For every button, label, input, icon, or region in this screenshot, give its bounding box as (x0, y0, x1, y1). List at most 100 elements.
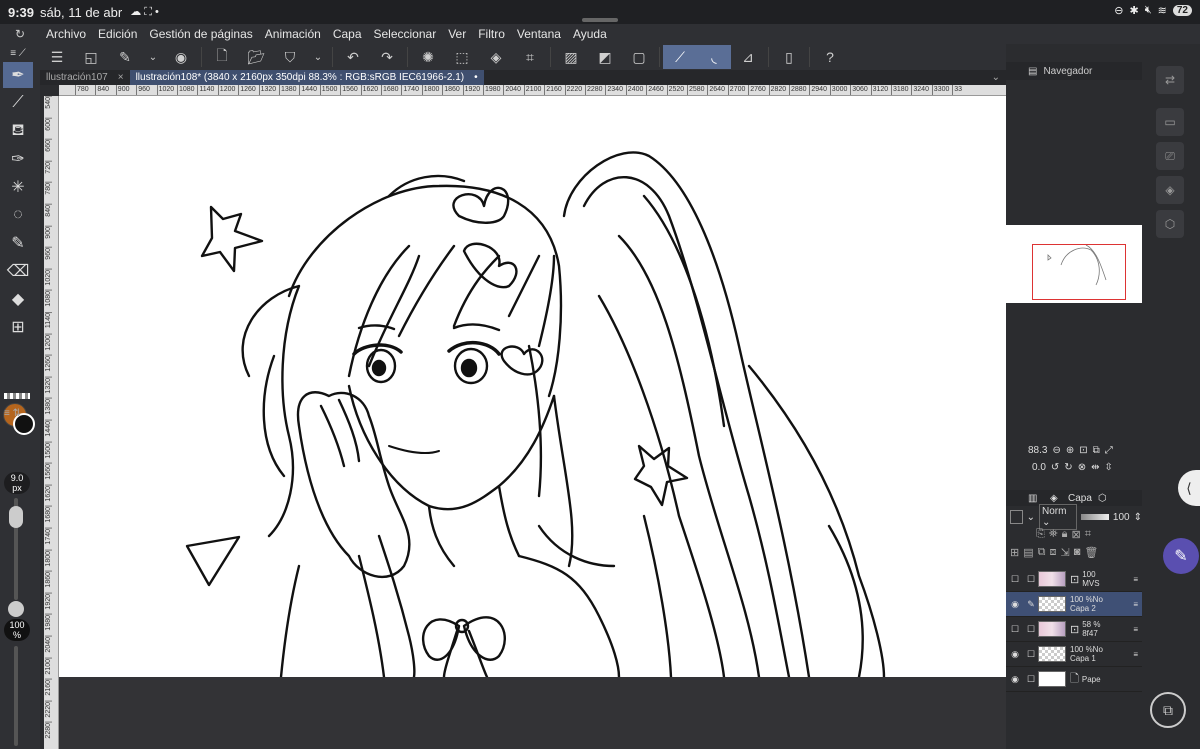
lock-transparent-icon[interactable]: ⊠ (1071, 528, 1080, 546)
tabs-chevron-icon[interactable]: ⌄ (986, 70, 1006, 85)
blend-mode-select[interactable]: Norm ⌄ (1039, 504, 1077, 530)
vector-pen-icon[interactable]: ✑ (3, 146, 33, 172)
edit-icon[interactable]: ✎ (108, 45, 142, 69)
visibility-toggle[interactable]: ☐ (1006, 624, 1024, 635)
reference-icon[interactable]: ⛯ (1049, 528, 1058, 546)
eyedropper-icon[interactable]: ⟋ (3, 90, 33, 116)
menu-filtro[interactable]: Filtro (472, 27, 511, 41)
snap-ruler-icon[interactable]: ⟋ (663, 45, 697, 69)
actual-size-icon[interactable]: ⧉ (1093, 445, 1100, 456)
new-canvas-icon[interactable]: ◱ (74, 45, 108, 69)
record-icon[interactable]: ◉ (164, 45, 198, 69)
layer-row[interactable]: ◉ ✎ 100 %No Capa 2 ≡ (1006, 592, 1142, 617)
layers-panel-icon[interactable]: ◈ (1156, 176, 1184, 204)
mask-toggle-icon[interactable]: ⌗ (1085, 528, 1091, 546)
delete-layer-icon[interactable]: 🗑︎ (1084, 546, 1098, 564)
opacity-slider[interactable] (14, 646, 18, 746)
copy-layer-icon[interactable]: ⧉ (1038, 546, 1046, 564)
flip-horizontal-icon[interactable]: ⇹ (1091, 462, 1099, 473)
layer-menu-icon[interactable]: ≡ (1133, 625, 1138, 634)
sync-icon[interactable]: ⇄ (1156, 66, 1184, 94)
visibility-toggle[interactable]: ☐ (1006, 574, 1024, 585)
fit-icon[interactable]: ⊡ (1079, 445, 1087, 456)
eye-icon[interactable]: ◉ (1006, 674, 1024, 685)
menu-ver[interactable]: Ver (442, 27, 472, 41)
lasso-icon[interactable]: ◌ (3, 202, 33, 228)
material-icon[interactable]: ⬡ (1156, 210, 1184, 238)
edit-target-toggle[interactable]: ☐ (1024, 624, 1038, 635)
layer-mask-icon[interactable]: ◙ (1074, 546, 1081, 564)
bucket-icon[interactable]: ◆ (3, 286, 33, 312)
layer-opacity-slider[interactable] (1080, 514, 1109, 520)
menu-lines-icon[interactable]: ≡ ⟋ (3, 46, 33, 60)
merge-icon[interactable]: ⧈ (1049, 546, 1056, 564)
edit-target-toggle[interactable]: ☐ (1024, 649, 1038, 660)
menu-animacion[interactable]: Animación (259, 27, 327, 41)
floating-pen-button[interactable]: ✎ (1163, 538, 1199, 574)
transform-icon[interactable]: ⬚ (445, 45, 479, 69)
pen-icon[interactable]: ✎ (1024, 599, 1038, 610)
fill-icon[interactable]: ◈ (479, 45, 513, 69)
tab-illustration108[interactable]: llustración108* (3840 x 2160px 350dpi 88… (129, 70, 484, 85)
eraser-icon[interactable]: ⌫ (3, 258, 33, 284)
transfer-icon[interactable]: ⇲ (1060, 546, 1069, 564)
transparent-color-swatch[interactable] (4, 393, 30, 399)
eye-icon[interactable]: ◉ (1006, 649, 1024, 660)
reset-rotation-icon[interactable]: ⊗ (1078, 462, 1086, 473)
menu-ventana[interactable]: Ventana (511, 27, 567, 41)
close-icon[interactable]: × (118, 72, 124, 83)
edit-target-toggle[interactable]: ☐ (1024, 674, 1038, 685)
navigator-preview[interactable] (1006, 225, 1142, 303)
edit-target-toggle[interactable]: ☐ (1024, 574, 1038, 585)
brush-size-knob[interactable] (9, 506, 23, 528)
menu-capa[interactable]: Capa (327, 27, 368, 41)
brush-settings-icon[interactable]: ≡ ⇅ (4, 408, 21, 419)
timeline-icon[interactable]: ⎚ (1156, 142, 1184, 170)
zoom-in-icon[interactable]: ⊕ (1066, 445, 1074, 456)
clip-icon[interactable]: ⎘ (1036, 528, 1045, 546)
open-folder-icon[interactable]: 📂︎ (239, 45, 273, 69)
quick-access-icon[interactable]: ⧉ (1150, 692, 1186, 728)
layer-row[interactable]: ☐ ☐ ⊡ 100 MVS ≡ (1006, 567, 1142, 592)
invert-selection-icon[interactable]: ◩ (588, 45, 622, 69)
zoom-out-icon[interactable]: ⊖ (1052, 445, 1060, 456)
stepper-icon[interactable]: ⇕ (1134, 512, 1142, 523)
magic-wand-icon[interactable]: ✳ (3, 174, 33, 200)
eye-icon[interactable]: ◉ (1006, 599, 1024, 610)
menu-archivo[interactable]: Archivo (40, 27, 92, 41)
flip-vertical-icon[interactable]: ⇳ (1104, 462, 1112, 473)
panel-toggle-icon[interactable]: ▭ (1156, 108, 1184, 136)
drag-handle[interactable] (582, 18, 618, 22)
menu-edicion[interactable]: Edición (92, 27, 143, 41)
save-icon[interactable]: ⛉ (273, 45, 307, 69)
new-folder-icon[interactable]: ▤ (1023, 546, 1033, 564)
layer-row[interactable]: ☐ ☐ ⊡ 58 % 8f47 ≡ (1006, 617, 1142, 642)
opacity-knob[interactable] (8, 601, 24, 617)
fullscreen-icon[interactable]: ⤢ (1105, 445, 1113, 456)
hamburger-icon[interactable]: ☰ (40, 45, 74, 69)
layer-search-icon[interactable]: ⬡ (1098, 493, 1107, 504)
rotate-left-icon[interactable]: ↺ (1051, 462, 1059, 473)
deselect-icon[interactable]: ▨ (554, 45, 588, 69)
menu-seleccionar[interactable]: Seleccionar (368, 27, 443, 41)
chevron-down-icon[interactable]: ⌄ (142, 45, 164, 69)
unsaved-dot-icon[interactable]: • (474, 72, 478, 83)
new-raster-layer-icon[interactable]: ⊞ (1010, 546, 1019, 564)
redo-icon[interactable]: ↷ (370, 45, 404, 69)
app-logo-icon[interactable]: ↻ (0, 27, 40, 41)
undo-icon[interactable]: ↶ (336, 45, 370, 69)
pencil-icon[interactable]: ✎ (3, 230, 33, 256)
tab-illustration107[interactable]: llustración107 × (40, 70, 130, 85)
layer-row[interactable]: ◉ ☐ 100 %No Capa 1 ≡ (1006, 642, 1142, 667)
layer-color-icon[interactable] (1010, 510, 1023, 524)
crop-icon[interactable]: ⌗ (513, 45, 547, 69)
loading-icon[interactable]: ✺ (411, 45, 445, 69)
drawing-canvas[interactable] (59, 96, 1006, 677)
new-file-icon[interactable]: 🗋︎ (205, 45, 239, 69)
save-chevron-icon[interactable]: ⌄ (307, 45, 329, 69)
layer-props-tab-icon[interactable]: ▥ (1028, 493, 1037, 504)
navigator-viewport-rect[interactable] (1032, 244, 1126, 300)
layer-menu-icon[interactable]: ≡ (1133, 575, 1138, 584)
pen-tool-icon[interactable]: ✒ (3, 62, 33, 88)
layer-row[interactable]: ◉ ☐ 🗋︎ Pape (1006, 667, 1142, 692)
